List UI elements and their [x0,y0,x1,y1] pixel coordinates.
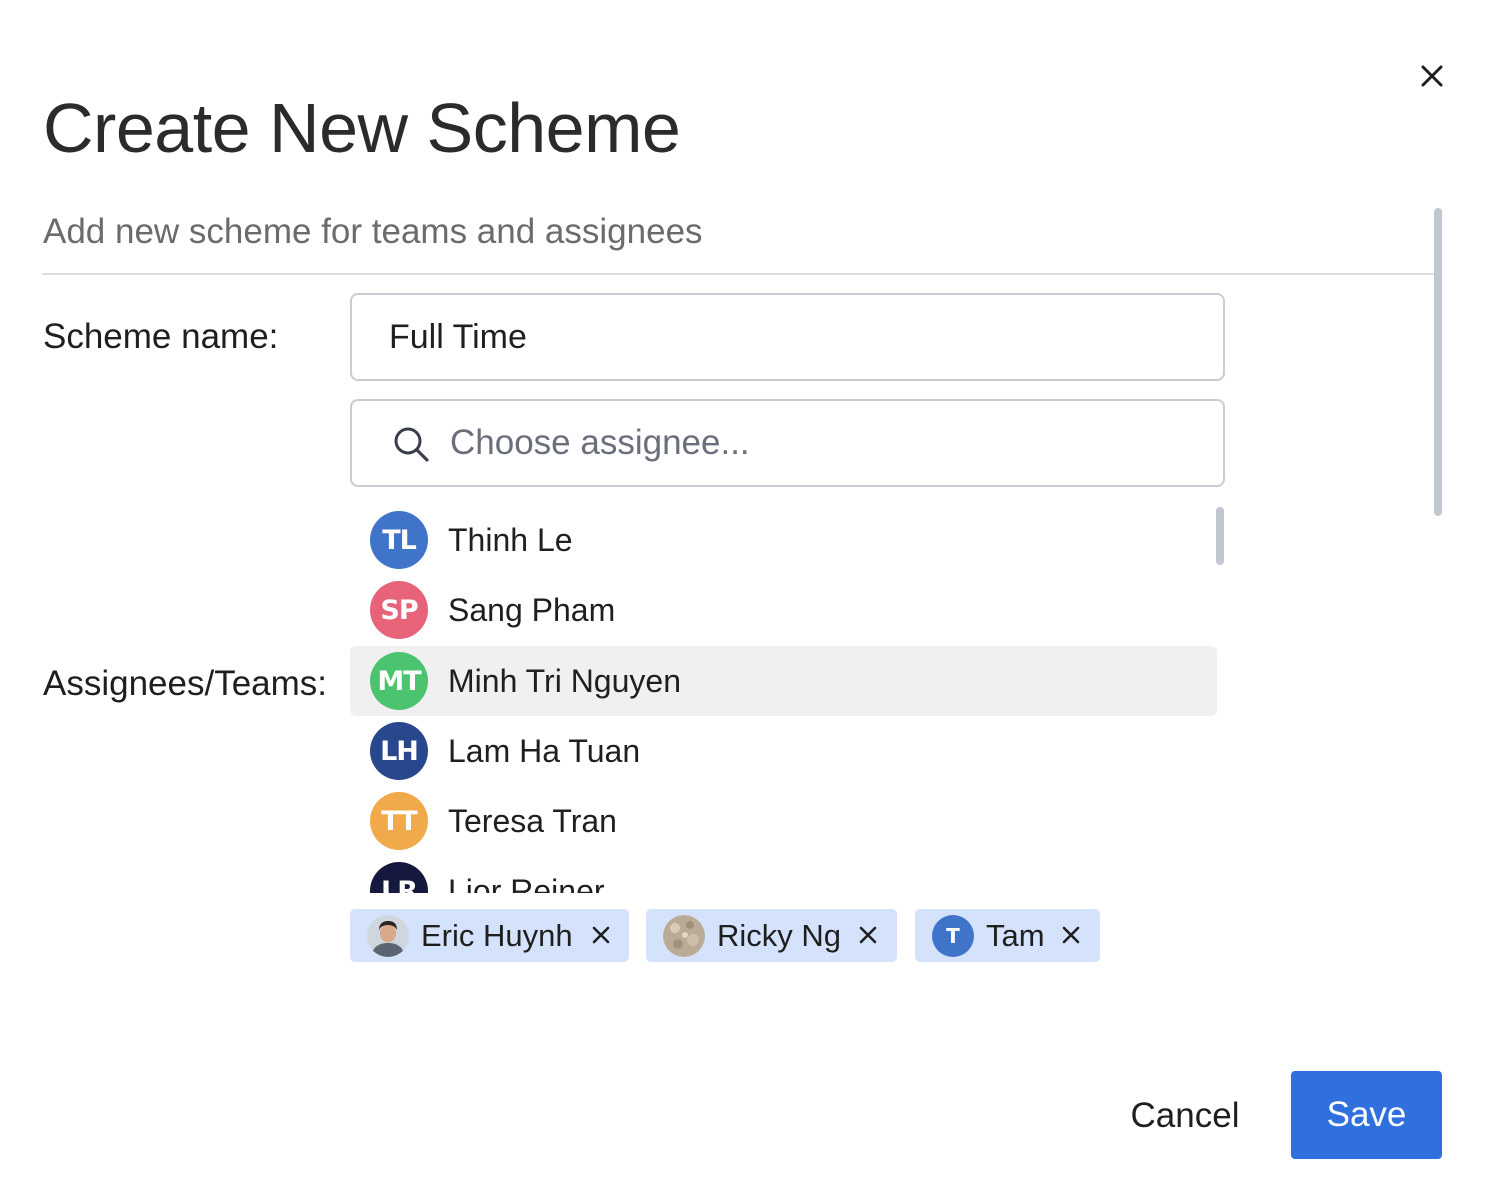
selected-assignee-chip: T Tam [915,909,1100,962]
list-item[interactable]: MT Minh Tri Nguyen [350,646,1217,716]
list-item[interactable]: TL Thinh Le [350,505,1217,575]
avatar [663,915,705,957]
assignee-name: Sang Pham [448,592,616,628]
avatar: TT [370,792,428,850]
search-placeholder: Choose assignee... [450,423,750,462]
list-item[interactable]: SP Sang Pham [350,575,1217,645]
selected-assignee-chip: Eric Huynh [350,909,629,962]
scheme-name-value: Full Time [389,317,527,356]
selected-assignee-chip: Ricky Ng [646,909,897,962]
close-icon [1062,926,1080,944]
close-button[interactable] [1414,58,1450,94]
person-photo-icon [367,915,409,957]
cancel-button[interactable]: Cancel [1110,1076,1260,1156]
assignee-name: Thinh Le [448,522,573,558]
dialog-title: Create New Scheme [43,89,681,167]
list-item[interactable]: LR Lior Reiner [350,856,1217,893]
avatar: LR [370,862,428,893]
assignee-search-input[interactable]: Choose assignee... [350,399,1225,487]
assignee-name: Lam Ha Tuan [448,733,641,769]
avatar-initial: T [946,924,960,948]
texture-photo-icon [663,915,705,957]
chip-name: Tam [986,918,1045,953]
list-item[interactable]: LH Lam Ha Tuan [350,716,1217,786]
assignees-teams-label: Assignees/Teams: [43,664,328,703]
list-item[interactable]: TT Teresa Tran [350,786,1217,856]
close-icon [592,926,610,944]
assignee-name: Teresa Tran [448,803,617,839]
close-icon [859,926,877,944]
scheme-name-input[interactable]: Full Time [350,293,1225,381]
dialog-subtitle: Add new scheme for teams and assignees [43,212,703,251]
chip-name: Ricky Ng [717,918,842,953]
assignee-name: Minh Tri Nguyen [448,663,681,699]
avatar: TL [370,511,428,569]
scheme-name-label: Scheme name: [43,317,279,356]
remove-chip-button[interactable] [589,923,613,947]
avatar: SP [370,581,428,639]
save-button[interactable]: Save [1291,1071,1442,1159]
assignee-dropdown-list: TL Thinh Le SP Sang Pham MT Minh Tri Ngu… [350,505,1225,893]
assignee-name: Lior Reiner [448,873,605,893]
chip-name: Eric Huynh [421,918,573,953]
avatar: LH [370,722,428,780]
close-icon [1421,65,1443,87]
remove-chip-button[interactable] [856,923,880,947]
avatar: T [932,915,974,957]
create-scheme-dialog: Create New Scheme Add new scheme for tea… [0,0,1492,1196]
search-icon [394,427,429,462]
list-scrollbar[interactable] [1216,507,1224,565]
dialog-scrollbar[interactable] [1434,208,1442,516]
avatar: MT [370,652,428,710]
avatar [367,915,409,957]
header-divider [42,273,1436,275]
remove-chip-button[interactable] [1059,923,1083,947]
